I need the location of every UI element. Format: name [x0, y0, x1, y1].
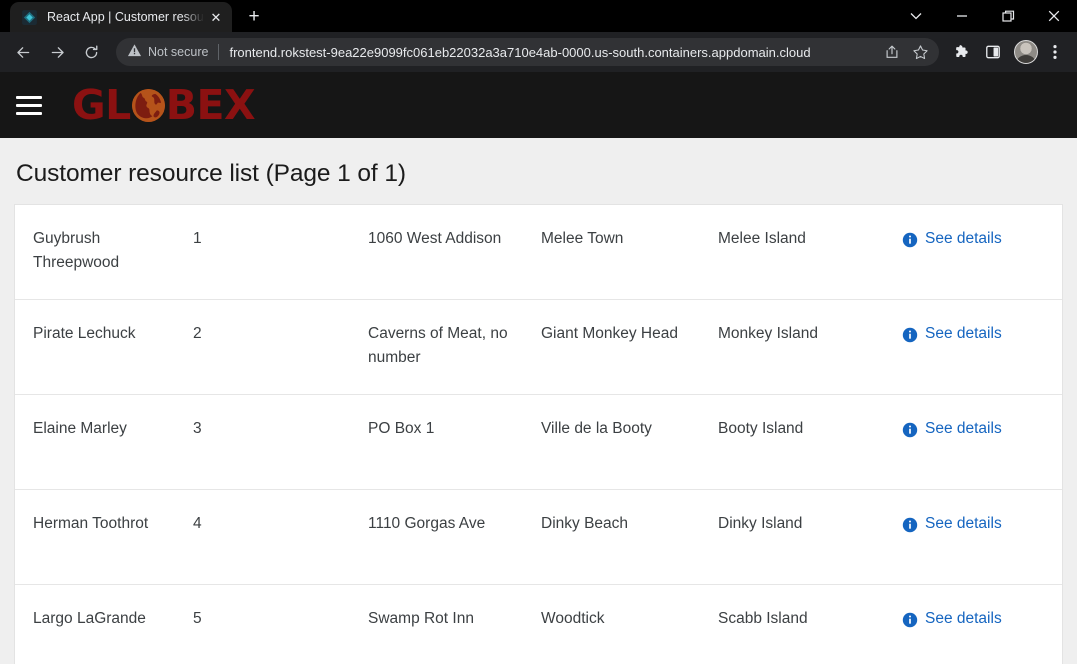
puzzle-piece-icon[interactable]: [948, 38, 976, 66]
hamburger-bar: [16, 95, 42, 99]
back-icon[interactable]: [8, 37, 38, 67]
see-details-link[interactable]: See details: [902, 607, 1002, 631]
see-details-label: See details: [925, 325, 1002, 342]
cell-customer-city: Giant Monkey Head: [541, 325, 678, 342]
see-details-link[interactable]: See details: [902, 322, 1002, 346]
see-details-label: See details: [925, 610, 1002, 627]
cell-customer-city: Dinky Beach: [541, 515, 629, 532]
warning-triangle-icon: [127, 43, 142, 61]
tab-strip: React App | Customer resource list ✕ +: [0, 0, 1077, 32]
cell-customer-island: Booty Island: [718, 420, 804, 437]
cell-customer-name: Largo LaGrande: [33, 610, 146, 627]
page-title: Customer resource list (Page 1 of 1): [16, 160, 406, 187]
table-row[interactable]: Guybrush Threepwood 1 1060 West Addison …: [15, 205, 1062, 300]
app-header: GL BEX: [0, 72, 1077, 138]
cell-customer-name: Herman Toothrot: [33, 515, 149, 532]
cell-customer-address: Caverns of Meat, no number: [368, 325, 508, 367]
browser-toolbar: Not secure frontend.rokstest-9ea22e9099f…: [0, 32, 1077, 72]
table-row[interactable]: Largo LaGrande 5 Swamp Rot Inn Woodtick …: [15, 585, 1062, 664]
cell-customer-name: Elaine Marley: [33, 420, 127, 437]
omnibox-divider: [218, 44, 220, 60]
info-circle-icon: [902, 422, 918, 438]
cell-customer-city: Woodtick: [541, 610, 605, 627]
info-circle-icon: [902, 612, 918, 628]
url-text[interactable]: frontend.rokstest-9ea22e9099fc061eb22032…: [229, 45, 875, 60]
cell-customer-id: 1: [193, 230, 202, 247]
security-text: Not secure: [148, 45, 209, 59]
new-tab-button[interactable]: +: [240, 3, 268, 31]
tab-search-icon[interactable]: [893, 0, 939, 32]
omnibox-actions: [879, 39, 933, 65]
cell-customer-address: Swamp Rot Inn: [368, 610, 474, 627]
forward-icon[interactable]: [42, 37, 72, 67]
window-controls: [893, 0, 1077, 32]
maximize-icon[interactable]: [985, 0, 1031, 32]
see-details-label: See details: [925, 420, 1002, 437]
see-details-link[interactable]: See details: [902, 227, 1002, 251]
cell-customer-island: Scabb Island: [718, 610, 808, 627]
close-window-icon[interactable]: [1031, 0, 1077, 32]
info-circle-icon: [902, 327, 918, 343]
cell-customer-city: Melee Town: [541, 230, 624, 247]
cell-details: See details: [902, 512, 1062, 536]
see-details-label: See details: [925, 230, 1002, 247]
three-dot-menu-icon[interactable]: [1041, 38, 1069, 66]
see-details-link[interactable]: See details: [902, 512, 1002, 536]
hamburger-menu-icon[interactable]: [16, 95, 42, 115]
table-row[interactable]: Herman Toothrot 4 1110 Gorgas Ave Dinky …: [15, 490, 1062, 585]
cell-customer-id: 4: [193, 515, 202, 532]
customer-resource-table: Guybrush Threepwood 1 1060 West Addison …: [14, 204, 1063, 664]
tab-close-icon[interactable]: ✕: [206, 7, 226, 27]
cell-customer-island: Melee Island: [718, 230, 806, 247]
table-row[interactable]: Elaine Marley 3 PO Box 1 Ville de la Boo…: [15, 395, 1062, 490]
see-details-label: See details: [925, 515, 1002, 532]
globex-logo[interactable]: GL BEX: [72, 80, 256, 129]
info-circle-icon: [902, 232, 918, 248]
address-bar[interactable]: Not secure frontend.rokstest-9ea22e9099f…: [116, 38, 939, 66]
cell-customer-id: 2: [193, 325, 202, 342]
page-viewport: GL BEX Customer resource list (Page 1 of…: [0, 72, 1077, 664]
cell-details: See details: [902, 322, 1062, 346]
cell-customer-city: Ville de la Booty: [541, 420, 652, 437]
react-favicon: [21, 9, 38, 26]
cell-customer-id: 5: [193, 610, 202, 627]
cell-customer-address: PO Box 1: [368, 420, 435, 437]
cell-customer-id: 3: [193, 420, 202, 437]
hamburger-bar: [16, 103, 42, 107]
hamburger-bar: [16, 111, 42, 115]
info-circle-icon: [902, 517, 918, 533]
cell-customer-name: Pirate Lechuck: [33, 325, 136, 342]
cell-details: See details: [902, 417, 1062, 441]
see-details-link[interactable]: See details: [902, 417, 1002, 441]
side-panel-icon[interactable]: [979, 38, 1007, 66]
cell-customer-name: Guybrush Threepwood: [33, 230, 120, 272]
logo-text-left: GL: [72, 80, 131, 129]
minimize-icon[interactable]: [939, 0, 985, 32]
reload-icon[interactable]: [76, 37, 106, 67]
star-icon[interactable]: [907, 39, 933, 65]
cell-customer-island: Monkey Island: [718, 325, 818, 342]
cell-details: See details: [902, 607, 1062, 631]
profile-avatar[interactable]: [1014, 40, 1038, 64]
security-indicator[interactable]: Not secure: [127, 43, 208, 61]
cell-customer-address: 1060 West Addison: [368, 230, 502, 247]
cell-customer-island: Dinky Island: [718, 515, 803, 532]
cell-details: See details: [902, 227, 1062, 251]
table-row[interactable]: Pirate Lechuck 2 Caverns of Meat, no num…: [15, 300, 1062, 395]
browser-window: React App | Customer resource list ✕ +: [0, 0, 1077, 664]
logo-text-right: BEX: [165, 80, 256, 129]
browser-tab[interactable]: React App | Customer resource list ✕: [10, 2, 232, 32]
cell-customer-address: 1110 Gorgas Ave: [368, 515, 486, 532]
tab-title: React App | Customer resource list: [47, 10, 204, 24]
globe-icon: [131, 88, 165, 122]
share-icon[interactable]: [879, 39, 905, 65]
